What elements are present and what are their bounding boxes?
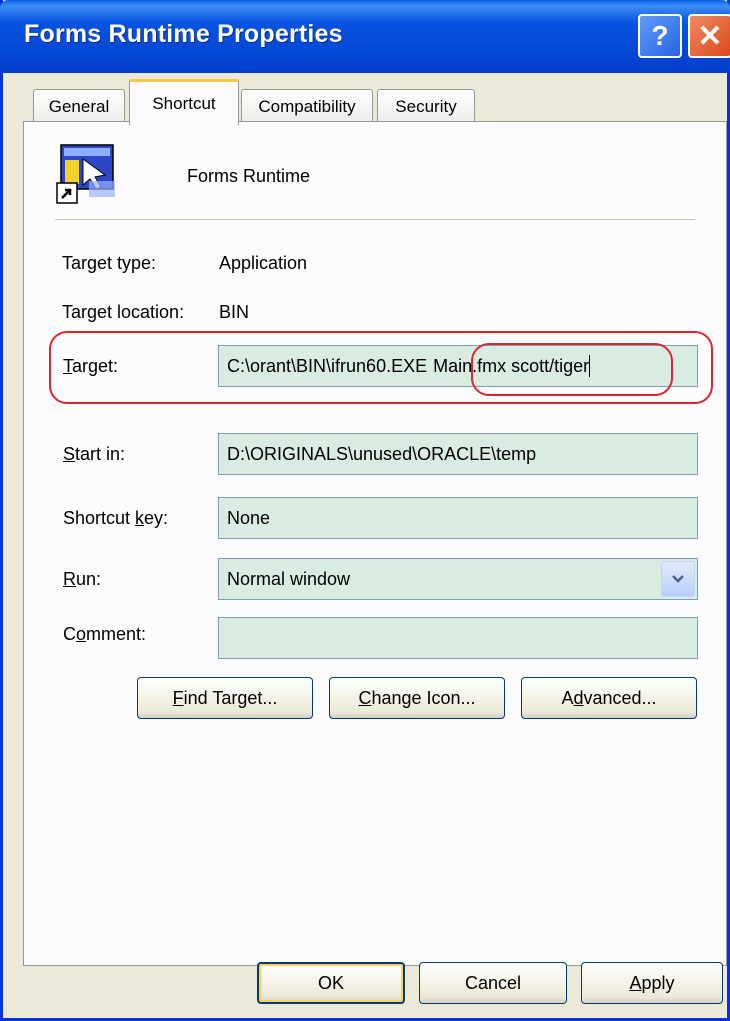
tab-compatibility[interactable]: Compatibility xyxy=(241,89,373,123)
tab-strip: General Shortcut Compatibility Security xyxy=(3,73,727,125)
shortcut-name: Forms Runtime xyxy=(187,166,311,186)
run-label: Run: xyxy=(63,569,102,589)
target-location-label: Target location: xyxy=(62,302,185,322)
forms-runtime-shortcut-icon xyxy=(56,144,115,204)
find-target-button[interactable]: Find Target... xyxy=(137,677,313,719)
help-button[interactable]: ? xyxy=(638,14,682,58)
shortcut-panel xyxy=(23,121,727,966)
title-bar[interactable]: Forms Runtime Properties ? ✕ xyxy=(0,0,730,73)
target-args-text: Main.fmx scott/tiger xyxy=(433,355,590,376)
target-type-value: Application xyxy=(219,253,308,273)
run-select[interactable]: Normal window xyxy=(218,558,698,600)
target-type-label: Target type: xyxy=(62,253,157,273)
window-title: Forms Runtime Properties xyxy=(24,20,343,48)
ok-button[interactable]: OK xyxy=(257,962,405,1004)
change-icon-button[interactable]: Change Icon... xyxy=(329,677,505,719)
chevron-down-icon[interactable] xyxy=(661,561,695,597)
comment-input[interactable] xyxy=(218,617,698,659)
start-in-label: Start in: xyxy=(63,444,126,464)
target-location-value: BIN xyxy=(219,302,250,322)
tab-general[interactable]: General xyxy=(33,89,125,123)
target-input[interactable]: C:\orant\BIN\ifrun60.EXE Main.fmx scott/… xyxy=(218,345,698,387)
close-icon: ✕ xyxy=(697,19,723,53)
shortcut-key-input[interactable]: None xyxy=(218,497,698,539)
cancel-button[interactable]: Cancel xyxy=(419,962,567,1004)
text-cursor xyxy=(589,355,591,377)
comment-label: Comment: xyxy=(63,624,147,644)
shortcut-key-label: Shortcut key: xyxy=(63,508,169,528)
start-in-input[interactable]: D:\ORIGINALS\unused\ORACLE\temp xyxy=(218,433,698,475)
properties-dialog: Forms Runtime Properties ? ✕ General Sho… xyxy=(0,0,730,1021)
advanced-button[interactable]: Ad vanced... xyxy=(521,677,697,719)
tab-shortcut[interactable]: Shortcut xyxy=(129,79,239,125)
target-label: Target: xyxy=(63,356,119,376)
tab-security[interactable]: Security xyxy=(377,89,475,123)
target-exe-text: C:\orant\BIN\ifrun60.EXE xyxy=(227,355,428,376)
close-button[interactable]: ✕ xyxy=(688,14,730,58)
help-icon: ? xyxy=(651,20,669,51)
separator xyxy=(55,219,695,220)
apply-button[interactable]: Apply xyxy=(581,962,723,1004)
